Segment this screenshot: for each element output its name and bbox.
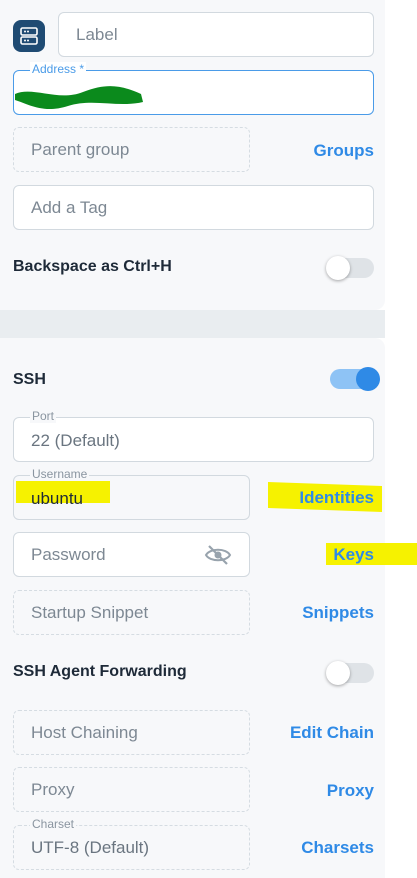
- proxy-input[interactable]: Proxy: [13, 767, 250, 812]
- proxy-placeholder: Proxy: [31, 780, 75, 799]
- toggle-knob: [326, 256, 350, 280]
- label-placeholder: Label: [76, 25, 118, 44]
- eye-off-icon[interactable]: [204, 544, 232, 571]
- password-input[interactable]: Password: [13, 532, 250, 577]
- toggle-knob: [356, 367, 380, 391]
- parent-group-input[interactable]: Parent group: [13, 127, 250, 172]
- username-label: Username: [30, 467, 90, 481]
- snippets-link[interactable]: Snippets: [302, 603, 374, 623]
- username-input[interactable]: Username ubuntu: [13, 467, 250, 520]
- charset-label: Charset: [30, 817, 77, 831]
- proxy-link[interactable]: Proxy: [327, 781, 374, 801]
- port-input[interactable]: Port 22 (Default): [13, 409, 374, 462]
- redaction-mark: [15, 86, 143, 110]
- server-icon: [13, 20, 45, 52]
- backspace-label: Backspace as Ctrl+H: [13, 258, 172, 275]
- username-value: ubuntu: [31, 489, 83, 508]
- identities-link[interactable]: Identities: [299, 488, 374, 508]
- section-divider: [0, 310, 385, 338]
- keys-link[interactable]: Keys: [333, 545, 374, 565]
- charset-value: UTF-8 (Default): [31, 838, 150, 857]
- tag-input[interactable]: Add a Tag: [13, 185, 374, 230]
- address-label: Address *: [30, 62, 87, 76]
- parent-group-placeholder: Parent group: [31, 140, 130, 159]
- host-chaining-input[interactable]: Host Chaining: [13, 710, 250, 755]
- agent-forwarding-toggle[interactable]: [326, 661, 374, 685]
- password-placeholder: Password: [31, 545, 106, 564]
- backspace-toggle[interactable]: [326, 256, 374, 280]
- groups-link[interactable]: Groups: [314, 141, 374, 161]
- ssh-section-title: SSH: [13, 371, 46, 388]
- host-chaining-placeholder: Host Chaining: [31, 723, 138, 742]
- startup-snippet-input[interactable]: Startup Snippet: [13, 590, 250, 635]
- port-value: 22 (Default): [31, 431, 120, 450]
- tag-placeholder: Add a Tag: [31, 198, 108, 217]
- startup-snippet-placeholder: Startup Snippet: [31, 603, 149, 622]
- toggle-knob: [326, 661, 350, 685]
- label-input[interactable]: Label: [58, 12, 374, 57]
- ssh-toggle[interactable]: [330, 367, 380, 391]
- charset-input[interactable]: Charset UTF-8 (Default): [13, 817, 250, 870]
- charsets-link[interactable]: Charsets: [301, 838, 374, 858]
- port-label: Port: [30, 409, 57, 423]
- agent-forwarding-label: SSH Agent Forwarding: [13, 663, 187, 680]
- edit-chain-link[interactable]: Edit Chain: [290, 723, 374, 743]
